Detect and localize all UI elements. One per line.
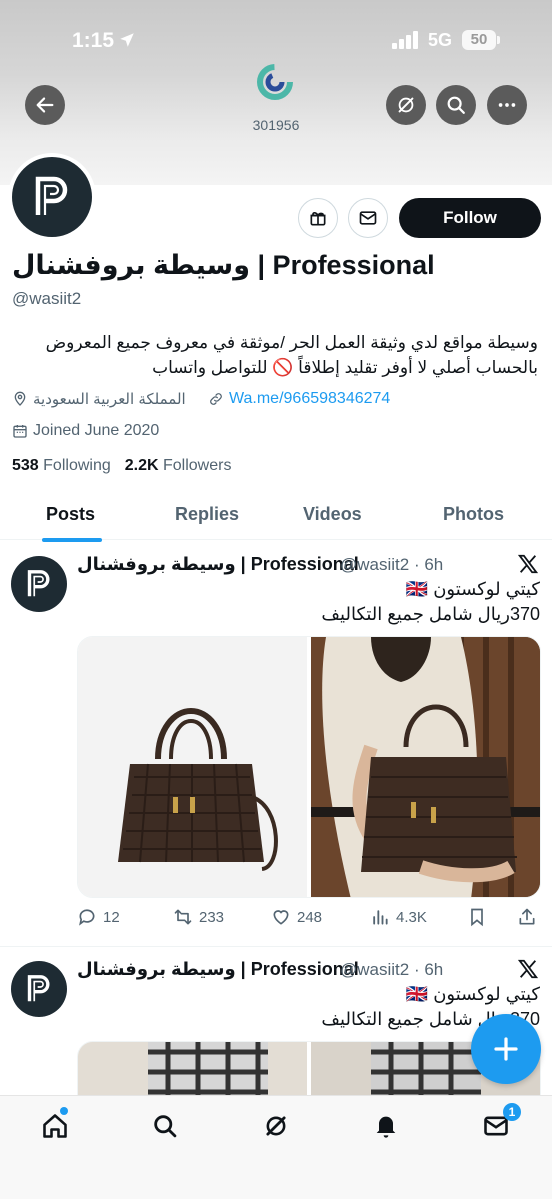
- views-chart-icon: [373, 910, 388, 925]
- bottom-navigation: 1: [0, 1095, 552, 1199]
- search-icon: [154, 1115, 177, 1138]
- bio-line: بالحساب أصلي لا أوفر تقليد إطلاقاً 🚫 للت…: [152, 358, 538, 377]
- bookmark-icon: [471, 908, 483, 927]
- bookmark-button[interactable]: [467, 907, 493, 927]
- link-icon: [210, 393, 222, 405]
- profile-bio: وسيطة مواقع لدي وثيقة العمل الحر /موثقة …: [10, 330, 538, 380]
- reply-count: 12: [103, 908, 120, 926]
- search-icon: [447, 96, 465, 114]
- views-count: 4.3K: [396, 908, 427, 926]
- post-handle-time: @wasiit2 · 6h: [340, 960, 444, 979]
- following-link[interactable]: 538 Following: [12, 457, 111, 474]
- network-type: 5G: [428, 30, 453, 50]
- followers-count: 2.2K: [124, 457, 159, 474]
- post-text-line: كيتي لوكستون 🇬🇧: [405, 579, 540, 599]
- compose-post-button[interactable]: [471, 1014, 541, 1084]
- post-media[interactable]: [77, 636, 541, 898]
- post-image[interactable]: [78, 1042, 307, 1096]
- display-name: وسيطة بروفشنال | Professional: [12, 250, 435, 280]
- follow-stats: 538 Following 2.2K Followers: [12, 457, 231, 475]
- tab-photos[interactable]: Photos: [443, 504, 504, 525]
- home-icon: [43, 1114, 67, 1138]
- home-notification-dot: [60, 1107, 68, 1115]
- followers-link[interactable]: 2.2K Followers: [125, 457, 232, 474]
- post-avatar[interactable]: [11, 556, 67, 612]
- x-logo-icon: [517, 959, 539, 979]
- reply-icon: [79, 909, 95, 926]
- messages-badge: 1: [503, 1103, 521, 1121]
- repost-icon: [174, 909, 192, 925]
- p-logo-icon: [35, 176, 68, 215]
- post-author-name[interactable]: وسيطة بروفشنال | Professional: [77, 959, 359, 980]
- nav-grok[interactable]: [260, 1110, 292, 1142]
- post-author-name[interactable]: وسيطة بروفشنال | Professional: [77, 554, 359, 575]
- plaid-shirt-image: [78, 1042, 307, 1096]
- mail-icon: [359, 211, 377, 225]
- search-button[interactable]: [436, 85, 476, 125]
- gift-button[interactable]: [298, 198, 338, 238]
- link-text[interactable]: Wa.me/966598346274: [229, 390, 390, 408]
- reply-button[interactable]: 12: [77, 907, 120, 927]
- location-pin-icon: [14, 391, 26, 406]
- like-button[interactable]: 248: [271, 907, 322, 927]
- following-label: Following: [43, 457, 111, 474]
- grok-icon: [398, 97, 414, 113]
- nav-explore[interactable]: [149, 1110, 181, 1142]
- p-logo-icon: [27, 975, 50, 1002]
- share-icon: [519, 908, 535, 925]
- like-count: 248: [297, 908, 323, 926]
- post-item[interactable]: وسيطة بروفشنال | Professional @wasiit2 ·…: [0, 541, 552, 946]
- bio-line: وسيطة مواقع لدي وثيقة العمل الحر /موثقة …: [45, 333, 538, 352]
- location-arrow-icon: [120, 33, 134, 47]
- profile-location: المملكة العربية السعودية: [12, 390, 186, 408]
- following-count: 538: [12, 457, 39, 474]
- location-text: المملكة العربية السعودية: [33, 391, 186, 408]
- post-item[interactable]: وسيطة بروفشنال | Professional @wasiit2 ·…: [0, 946, 552, 1096]
- gift-icon: [310, 212, 326, 226]
- follow-button[interactable]: Follow: [399, 198, 541, 238]
- signal-icon: [392, 31, 418, 49]
- repost-button[interactable]: 233: [173, 907, 224, 927]
- post-avatar[interactable]: [11, 961, 67, 1017]
- tab-posts[interactable]: Posts: [46, 504, 95, 525]
- profile-link[interactable]: Wa.me/966598346274: [208, 390, 390, 408]
- tab-videos[interactable]: Videos: [303, 504, 362, 525]
- post-text-line: كيتي لوكستون 🇬🇧: [405, 984, 540, 1004]
- share-button[interactable]: [517, 907, 543, 927]
- profile-avatar[interactable]: [8, 153, 96, 241]
- account-logo-icon: [257, 64, 293, 100]
- post-text-line: 370ريال شامل جميع التكاليف: [321, 604, 540, 624]
- more-button[interactable]: [487, 85, 527, 125]
- calendar-icon: [13, 425, 27, 438]
- joined-text: Joined June 2020: [33, 422, 160, 439]
- grok-button[interactable]: [386, 85, 426, 125]
- handbag-image: [118, 707, 278, 871]
- post-actions: 12 233 248 4.3K: [77, 907, 541, 931]
- post-image-bag-product[interactable]: [78, 637, 307, 897]
- p-logo-icon: [27, 570, 50, 597]
- followers-label: Followers: [163, 457, 232, 474]
- battery-icon: 50: [462, 30, 496, 50]
- profile-handle: @wasiit2: [12, 289, 82, 308]
- message-button[interactable]: [348, 198, 388, 238]
- post-handle-time: @wasiit2 · 6h: [340, 555, 444, 574]
- nav-home[interactable]: [39, 1110, 71, 1142]
- battery-nub: [497, 36, 500, 44]
- status-time: 1:15: [72, 29, 115, 52]
- x-logo-icon: [517, 554, 539, 574]
- tab-replies[interactable]: Replies: [175, 504, 239, 525]
- arrow-left-icon: [36, 97, 54, 113]
- grok-icon: [266, 1116, 286, 1136]
- more-horizontal-icon: [498, 103, 516, 107]
- bell-icon: [376, 1116, 396, 1138]
- heart-icon: [273, 910, 289, 925]
- profile-joined: Joined June 2020: [12, 422, 159, 440]
- plus-icon: [494, 1037, 518, 1061]
- views-button[interactable]: 4.3K: [370, 907, 427, 927]
- profile-tabs: Posts Replies Videos Photos: [0, 490, 552, 542]
- post-image-bag-model[interactable]: [311, 637, 540, 897]
- nav-notifications[interactable]: [370, 1110, 402, 1142]
- repost-count: 233: [199, 908, 225, 926]
- model-with-handbag-image: [311, 637, 540, 897]
